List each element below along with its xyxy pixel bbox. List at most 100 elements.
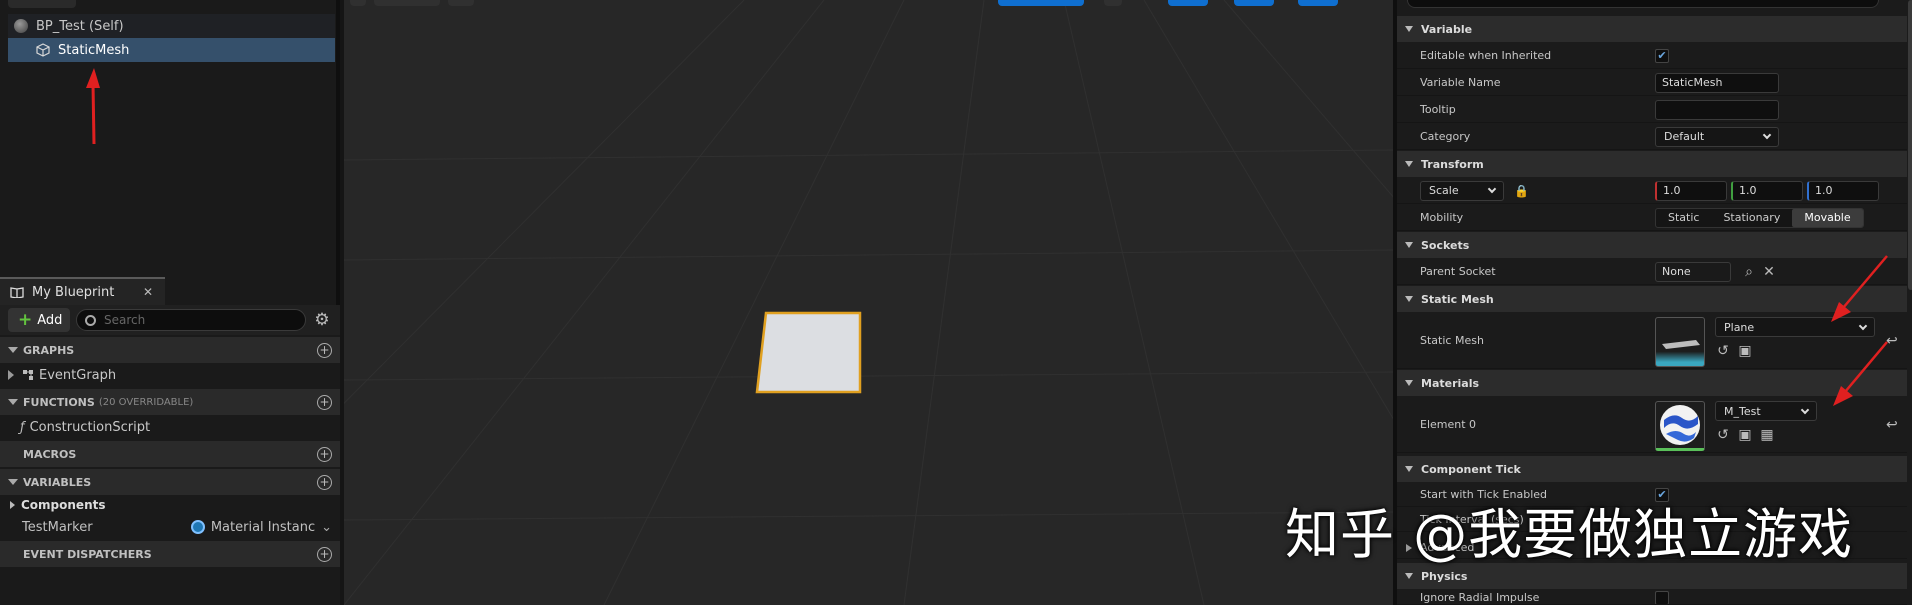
property-scale: Scale 🔒 1.0 1.0 1.0	[1397, 178, 1907, 204]
section-variables[interactable]: VARIABLES +	[0, 469, 340, 495]
checker-icon[interactable]: ▦	[1759, 427, 1775, 443]
browse-icon[interactable]: ▣	[1737, 343, 1753, 359]
editable-when-inherited-checkbox[interactable]: ✔	[1655, 48, 1669, 63]
constructionscript-label: ConstructionScript	[29, 419, 151, 435]
scale-x-field[interactable]: 1.0	[1655, 180, 1727, 201]
ignore-radial-checkbox[interactable]	[1655, 591, 1669, 604]
list-item-eventgraph[interactable]: EventGraph	[0, 363, 340, 387]
plane-mesh[interactable]	[754, 310, 864, 396]
tree-item-staticmesh[interactable]: StaticMesh	[8, 38, 335, 62]
function-icon: ƒ	[20, 419, 25, 435]
tooltip-field[interactable]	[1655, 99, 1779, 120]
tab-my-blueprint-label: My Blueprint	[32, 284, 115, 300]
components-tree: BP_Test (Self) StaticMesh	[8, 14, 335, 62]
graph-icon	[23, 370, 33, 380]
category-sockets-label: Sockets	[1421, 238, 1470, 252]
static-mesh-thumbnail[interactable]	[1655, 317, 1705, 367]
gear-icon[interactable]: ⚙	[312, 310, 332, 330]
browse-icon[interactable]: ▣	[1737, 427, 1753, 443]
overridable-count: (20 OVERRIDABLE)	[98, 396, 194, 408]
transform-mode-toggle[interactable]	[998, 0, 1084, 6]
section-event-dispatchers[interactable]: EVENT DISPATCHERS +	[0, 541, 340, 567]
mobility-static[interactable]: Static	[1656, 209, 1711, 227]
snap-toggle[interactable]	[1168, 0, 1208, 6]
category-materials-label: Materials	[1421, 376, 1480, 390]
expand-arrow-icon[interactable]	[8, 370, 14, 380]
use-selected-icon[interactable]: ↺	[1715, 343, 1731, 359]
chevron-down-icon	[8, 347, 18, 353]
category-physics-label: Physics	[1421, 569, 1468, 583]
viewport-toolbar-button[interactable]	[448, 0, 474, 6]
variable-name-label: Variable Name	[1420, 76, 1501, 89]
eventgraph-label: EventGraph	[39, 367, 117, 383]
category-combo[interactable]: Default	[1655, 126, 1779, 147]
mobility-movable[interactable]: Movable	[1792, 208, 1863, 227]
section-functions[interactable]: FUNCTIONS (20 OVERRIDABLE) +	[0, 389, 340, 415]
variable-row[interactable]: TestMarker Material Instanc ⌄	[0, 515, 340, 539]
chevron-down-icon	[1762, 130, 1772, 140]
annotation-arrows	[1831, 255, 1888, 406]
scale-y-field[interactable]: 1.0	[1731, 180, 1803, 201]
property-tooltip: Tooltip	[1397, 97, 1907, 123]
section-macros[interactable]: MACROS +	[0, 441, 340, 467]
add-button-label: Add	[37, 312, 63, 328]
category-static-mesh-label: Static Mesh	[1421, 292, 1494, 306]
property-mobility: Mobility Static Stationary Movable	[1397, 205, 1907, 231]
viewport-toolbar-button[interactable]	[1104, 0, 1122, 6]
section-variables-label: VARIABLES	[23, 475, 92, 489]
add-button[interactable]: + Add	[8, 308, 70, 332]
scale-snap-toggle[interactable]	[1298, 0, 1338, 6]
parent-socket-label: Parent Socket	[1420, 265, 1496, 278]
material-thumbnail[interactable]	[1655, 401, 1705, 451]
use-selected-icon[interactable]: ↺	[1715, 427, 1731, 443]
category-component-tick[interactable]: Component Tick	[1397, 456, 1907, 482]
variable-type[interactable]: Material Instanc ⌄	[190, 519, 332, 535]
add-variable-icon[interactable]: +	[317, 474, 332, 490]
property-category: Category Default	[1397, 124, 1907, 150]
close-icon[interactable]: ✕	[143, 285, 153, 299]
tab-my-blueprint[interactable]: My Blueprint ✕	[0, 277, 165, 305]
add-dispatcher-icon[interactable]: +	[317, 546, 332, 562]
section-graphs[interactable]: GRAPHS +	[0, 337, 340, 363]
rotation-snap-toggle[interactable]	[1234, 0, 1274, 6]
category-transform[interactable]: Transform	[1397, 151, 1907, 177]
parent-socket-field[interactable]: None	[1655, 261, 1731, 282]
details-search-input[interactable]	[1407, 0, 1879, 8]
viewport-toolbar-button[interactable]	[350, 0, 366, 6]
chevron-down-icon	[1405, 26, 1413, 32]
add-macro-icon[interactable]: +	[317, 446, 332, 462]
chevron-down-icon	[1405, 380, 1413, 386]
viewport[interactable]	[344, 0, 1393, 605]
scrollbar[interactable]	[1908, 0, 1912, 290]
tree-item-self[interactable]: BP_Test (Self)	[8, 14, 335, 38]
scale-z-field[interactable]: 1.0	[1807, 180, 1879, 201]
property-variable-name: Variable Name StaticMesh	[1397, 70, 1907, 96]
search-input[interactable]: Search	[76, 309, 306, 331]
add-graph-icon[interactable]: +	[317, 342, 332, 358]
list-item-constructionscript[interactable]: ƒ ConstructionScript	[0, 415, 340, 439]
viewport-toolbar-button[interactable]	[374, 0, 440, 6]
browse-socket-icon[interactable]: ⌕	[1741, 264, 1757, 280]
section-functions-label: FUNCTIONS	[23, 395, 95, 409]
components-group[interactable]: Components	[0, 495, 340, 515]
add-function-icon[interactable]: +	[317, 394, 332, 410]
viewport-grid	[344, 0, 1393, 605]
chevron-down-icon	[1487, 184, 1497, 194]
scale-label: Scale	[1429, 184, 1459, 197]
section-macros-label: MACROS	[23, 447, 77, 461]
toolbar-stub	[8, 0, 76, 8]
ignore-radial-label: Ignore Radial Impulse	[1420, 591, 1540, 604]
components-group-label: Components	[21, 498, 106, 512]
tooltip-label: Tooltip	[1420, 103, 1456, 116]
chevron-down-icon	[1405, 466, 1413, 472]
variable-type-label: Material Instanc	[210, 519, 316, 535]
mobility-stationary[interactable]: Stationary	[1711, 209, 1792, 227]
variable-name-field[interactable]: StaticMesh	[1655, 72, 1779, 93]
static-mesh-value: Plane	[1724, 320, 1755, 334]
category-variable[interactable]: Variable	[1397, 16, 1907, 42]
scale-mode-combo[interactable]: Scale	[1420, 180, 1504, 201]
category-component-tick-label: Component Tick	[1421, 462, 1521, 476]
object-type-icon	[190, 520, 205, 534]
lock-icon[interactable]: 🔒	[1514, 184, 1529, 198]
chevron-down-icon	[1405, 296, 1413, 302]
